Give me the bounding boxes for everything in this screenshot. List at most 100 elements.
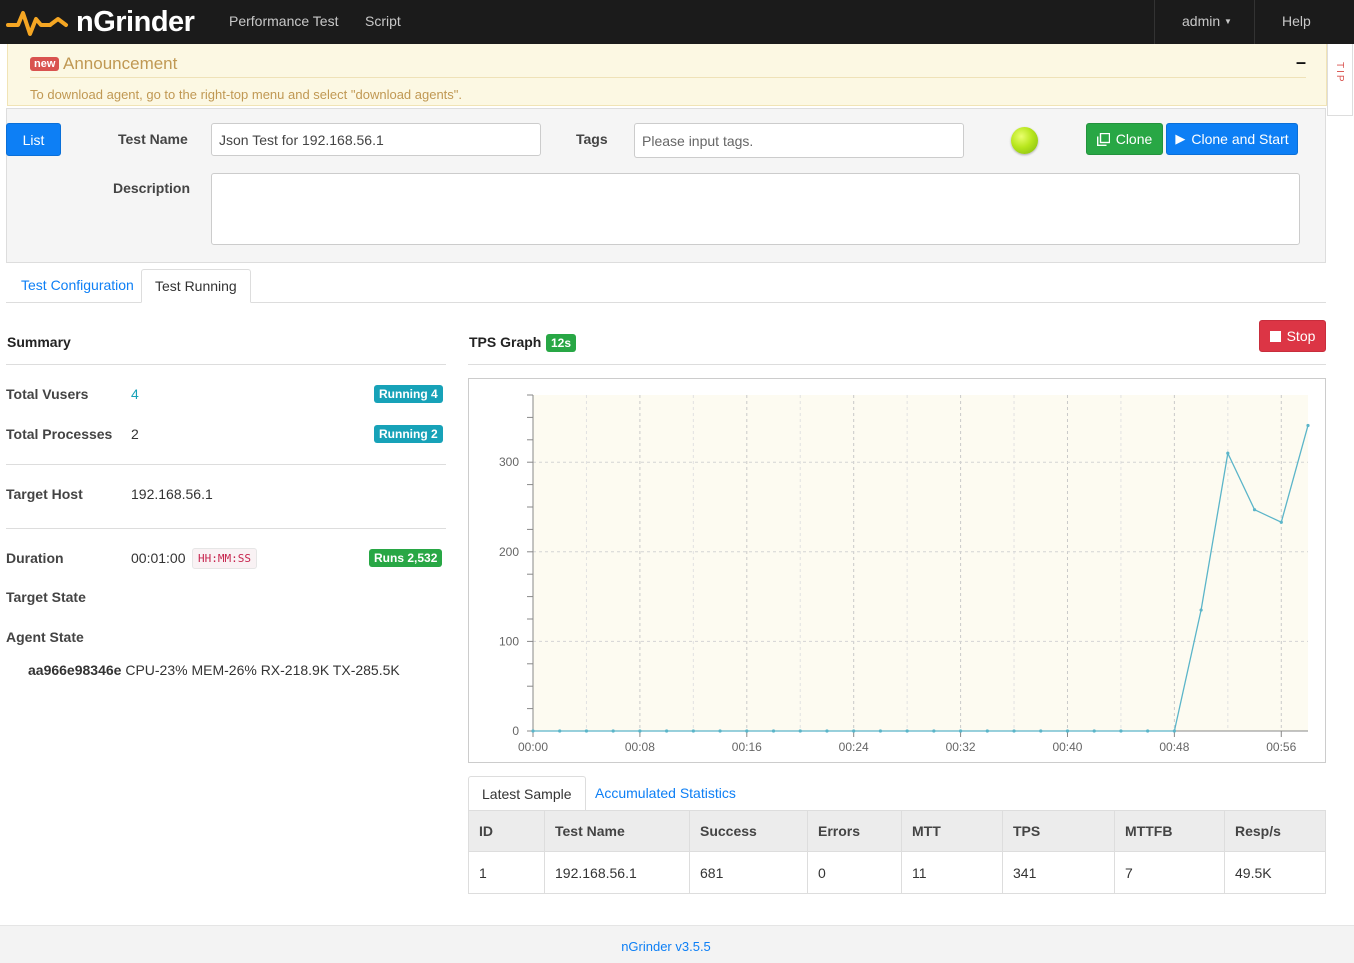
- nav-help[interactable]: Help: [1282, 0, 1311, 44]
- tip-toggle[interactable]: TIP: [1327, 44, 1353, 116]
- clone-and-start-button[interactable]: ▶ Clone and Start: [1166, 123, 1298, 155]
- plot-background: [533, 395, 1308, 731]
- table-cell: 11: [901, 851, 1003, 894]
- x-tick-label: 00:16: [732, 740, 762, 754]
- tps-data-point: [665, 729, 669, 733]
- announcement-divider: [30, 77, 1306, 78]
- description-label: Description: [113, 180, 191, 196]
- tps-data-point: [1252, 508, 1257, 512]
- y-tick-label: 100: [499, 634, 519, 648]
- x-tick-label: 00:00: [518, 740, 548, 754]
- total-vusers-label: Total Vusers: [6, 386, 89, 402]
- summary-divider: [6, 364, 446, 365]
- tps-data-point: [1172, 729, 1176, 733]
- user-name: admin: [1182, 13, 1221, 29]
- nav-user-menu[interactable]: admin ▼: [1182, 0, 1232, 44]
- brand-name: nGrinder: [76, 5, 195, 38]
- column-header: MTT: [901, 810, 1003, 852]
- minimize-icon[interactable]: –: [1296, 52, 1306, 73]
- tab-accumulated-statistics[interactable]: Accumulated Statistics: [582, 776, 749, 811]
- version-link[interactable]: nGrinder v3.5.5: [0, 939, 1332, 954]
- tps-data-point: [985, 729, 989, 733]
- table-row: 1 192.168.56.1 681 0 11 341 7 49.5K: [468, 851, 1326, 894]
- tps-data-point: [852, 729, 856, 733]
- total-processes-label: Total Processes: [6, 426, 113, 442]
- tps-data-point: [1092, 729, 1096, 733]
- column-header: TPS: [1002, 810, 1115, 852]
- tps-data-point: [1199, 608, 1203, 612]
- target-host-value: 192.168.56.1: [131, 486, 213, 502]
- tags-input[interactable]: Please input tags.: [634, 123, 964, 158]
- table-cell: 1: [468, 851, 545, 894]
- duration-value: 00:01:00: [131, 550, 186, 566]
- table-cell: 681: [689, 851, 808, 894]
- runs-badge: Runs 2,532: [369, 549, 443, 567]
- tps-data-point: [825, 729, 829, 733]
- list-button[interactable]: List: [6, 123, 61, 156]
- target-host-label: Target Host: [6, 486, 83, 502]
- announcement-title: Announcement: [63, 54, 178, 73]
- tps-data-point: [691, 729, 695, 733]
- nav-script[interactable]: Script: [365, 0, 401, 44]
- test-name-label: Test Name: [118, 131, 188, 147]
- tags-placeholder: Please input tags.: [642, 132, 754, 149]
- column-header: Errors: [807, 810, 902, 852]
- nav-performance-test[interactable]: Performance Test: [229, 0, 338, 44]
- tags-label: Tags: [576, 131, 608, 147]
- tab-test-configuration[interactable]: Test Configuration: [8, 269, 147, 303]
- nav-divider: [1154, 0, 1155, 44]
- announcement-text: To download agent, go to the right-top m…: [30, 87, 463, 102]
- tps-data-point: [1039, 729, 1043, 733]
- tps-interval-badge: 12s: [546, 334, 577, 352]
- description-textarea[interactable]: [211, 173, 1300, 245]
- running-vusers-badge: Running 4: [374, 385, 443, 403]
- total-processes-value: 2: [131, 426, 139, 442]
- tps-divider: [468, 364, 1326, 365]
- brand-logo[interactable]: nGrinder: [6, 4, 195, 40]
- tps-chart-svg: 0 100 200 300 00:00 00:08 00:16 00:24 00:32 00:40…: [499, 394, 1310, 754]
- column-header: Resp/s: [1224, 810, 1326, 852]
- tab-latest-sample[interactable]: Latest Sample: [468, 776, 586, 811]
- tps-data-point: [638, 729, 642, 733]
- test-name-input[interactable]: Json Test for 192.168.56.1: [211, 123, 541, 156]
- tps-data-point: [798, 729, 802, 733]
- sample-table: ID Test Name Success Errors MTT TPS MTTF…: [468, 810, 1326, 894]
- agent-id: aa966e98346e: [28, 662, 122, 678]
- tps-data-point: [932, 729, 936, 733]
- duration-label: Duration: [6, 550, 64, 566]
- summary-divider: [6, 464, 446, 465]
- pulse-logo-icon: [6, 11, 68, 36]
- announcement-panel: new Announcement – To download agent, go…: [7, 44, 1327, 106]
- agent-state-row: aa966e98346e CPU-23% MEM-26% RX-218.9K T…: [28, 662, 400, 678]
- tps-data-point: [558, 729, 562, 733]
- y-tick-label: 300: [499, 455, 519, 469]
- tab-test-running[interactable]: Test Running: [141, 269, 251, 303]
- clone-button[interactable]: Clone: [1086, 123, 1163, 155]
- total-vusers-value[interactable]: 4: [131, 386, 139, 402]
- table-cell: 341: [1002, 851, 1115, 894]
- play-icon: ▶: [1175, 131, 1186, 146]
- copy-icon: [1096, 132, 1110, 146]
- tps-data-point: [1012, 729, 1016, 733]
- tps-data-point: [611, 729, 615, 733]
- tps-data-point: [958, 729, 963, 733]
- nav-divider: [1254, 0, 1255, 44]
- column-header: Success: [689, 810, 808, 852]
- table-cell: 0: [807, 851, 902, 894]
- stop-button[interactable]: Stop: [1259, 320, 1326, 352]
- tps-data-point: [1279, 520, 1283, 524]
- tps-data-point: [878, 729, 883, 733]
- agent-state-label: Agent State: [6, 629, 84, 645]
- stop-icon: [1269, 330, 1281, 342]
- tps-chart: 0 100 200 300 00:00 00:08 00:16 00:24 00:32 00:40…: [468, 378, 1326, 763]
- y-tick-label: 0: [512, 724, 519, 738]
- tps-data-point: [1065, 729, 1070, 733]
- tps-data-point: [1226, 451, 1230, 455]
- summary-divider: [6, 528, 446, 529]
- column-header: Test Name: [544, 810, 690, 852]
- footer: nGrinder v3.5.5: [0, 925, 1354, 963]
- status-ball-icon: [1011, 127, 1038, 154]
- navbar: nGrinder Performance Test Script admin ▼…: [0, 0, 1354, 44]
- target-state-label: Target State: [6, 589, 86, 605]
- sample-table-header: ID Test Name Success Errors MTT TPS MTTF…: [468, 810, 1326, 852]
